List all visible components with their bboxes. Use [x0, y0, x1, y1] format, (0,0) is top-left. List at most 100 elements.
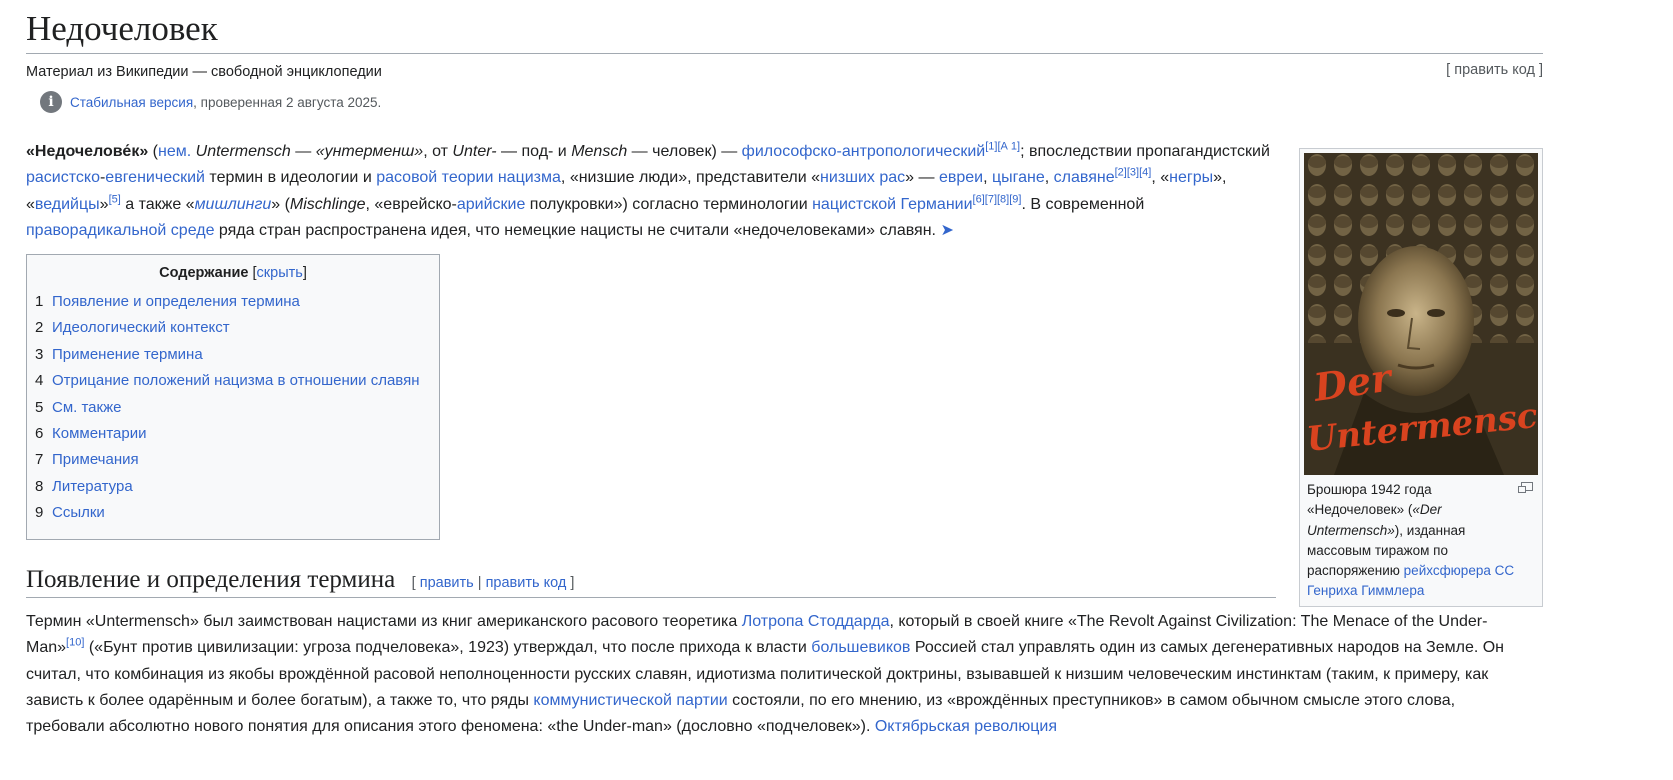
- toc-link[interactable]: Появление и определения термина: [52, 293, 300, 310]
- link-nazi-germany[interactable]: нацистской Германии: [812, 196, 972, 213]
- section-heading: Появление и определения термина [ правит…: [26, 566, 1276, 598]
- ref-7[interactable]: [7]: [985, 193, 997, 205]
- link-aryan[interactable]: арийские: [457, 196, 526, 213]
- toc-number: 9: [35, 504, 44, 522]
- text: ,: [1044, 169, 1054, 187]
- separator: |: [477, 575, 482, 591]
- link-german[interactable]: нем.: [158, 143, 191, 160]
- ref-5[interactable]: [5]: [109, 193, 121, 205]
- text: » (: [271, 195, 290, 213]
- ref-2[interactable]: [2]: [1115, 167, 1127, 179]
- link-bolsheviks[interactable]: большевиков: [811, 639, 910, 656]
- section-paragraph: Термин «Untermensch» был заимствован нац…: [26, 609, 1526, 740]
- section-title: Появление и определения термина: [26, 566, 396, 593]
- toc-item[interactable]: 9 Ссылки: [35, 500, 439, 526]
- link-racial-theory[interactable]: расовой теории нацизма: [376, 169, 561, 186]
- text: (: [148, 143, 159, 160]
- ref-1[interactable]: [1]: [985, 141, 997, 153]
- lead-term: «Недочелове́к»: [26, 143, 149, 160]
- ref-3[interactable]: [3]: [1127, 167, 1139, 179]
- toc-item[interactable]: 5 См. также: [35, 395, 439, 421]
- link-lower-races[interactable]: низших рас: [820, 169, 905, 186]
- toc-title: Содержание: [159, 265, 249, 281]
- link-eugenic[interactable]: евгенический: [105, 169, 205, 186]
- text: Термин «Untermensch» был заимствован нац…: [26, 613, 742, 630]
- link-october-revolution[interactable]: Октябрьская революция: [875, 718, 1057, 735]
- toc-link[interactable]: Отрицание положений нацизма в отношении …: [52, 372, 420, 389]
- text: — человек) —: [627, 143, 742, 160]
- arrow-icon[interactable]: ➤: [940, 222, 953, 239]
- text: , «: [1151, 169, 1170, 187]
- section-edit-code-link[interactable]: править код: [486, 575, 567, 591]
- figure-thumbnail: Der Untermensch Брошюра 1942 года «Недоч…: [1299, 148, 1543, 607]
- text: » —: [905, 169, 939, 187]
- text: ; впоследствии пропагандистский: [1020, 143, 1270, 160]
- toc-item[interactable]: 3 Применение термина: [35, 342, 439, 368]
- toc-number: 2: [35, 319, 44, 337]
- section-edit-link[interactable]: править: [420, 575, 474, 591]
- text: ряда стран распространена идея, что неме…: [214, 221, 941, 239]
- toc-item[interactable]: 1 Появление и определения термина: [35, 289, 439, 315]
- link-communist-party[interactable]: коммунистической партии: [533, 692, 727, 709]
- foreign-term: Untermensch: [195, 143, 291, 160]
- toc-link[interactable]: Ссылки: [52, 504, 105, 521]
- ref-4[interactable]: [4]: [1139, 167, 1151, 179]
- text: »: [99, 195, 109, 213]
- text: полукровки») согласно терминологии: [525, 195, 813, 213]
- toc-item[interactable]: 7 Примечания: [35, 447, 439, 473]
- link-far-right[interactable]: праворадикальной среде: [26, 222, 214, 239]
- ref-10[interactable]: [10]: [66, 637, 84, 649]
- link-mischlinge[interactable]: мишлинги: [195, 196, 272, 213]
- text: термин в идеологии и: [204, 169, 377, 187]
- info-icon: i: [40, 91, 62, 113]
- poster-image[interactable]: Der Untermensch: [1304, 153, 1538, 475]
- toc-item[interactable]: 6 Комментарии: [35, 421, 439, 447]
- toc-number: 1: [35, 293, 44, 310]
- section-edit-links: [ править | править код ]: [411, 575, 575, 591]
- edit-code-link[interactable]: [ править код ]: [1446, 62, 1543, 78]
- ref-8[interactable]: [8]: [997, 193, 1009, 205]
- page-title: Недочеловек: [26, 8, 1543, 54]
- link-stoddard[interactable]: Лотропа Стоддарда: [742, 613, 890, 630]
- toc-item[interactable]: 8 Литература: [35, 474, 439, 500]
- toc-list: 1 Появление и определения термина 2 Идеоло…: [35, 289, 439, 527]
- toc-link[interactable]: Идеологический контекст: [52, 319, 230, 336]
- toc-number: 6: [35, 425, 44, 443]
- toc-number: 3: [35, 345, 44, 363]
- link-philosophical[interactable]: философско-антропологический: [742, 143, 986, 160]
- lead-paragraph: «Недочелове́к» (нем. Untermensch — «унте…: [26, 139, 1276, 244]
- stable-version-notice: i Стабильная версия, проверенная 2 авгус…: [40, 91, 381, 113]
- toc-header: Содержание [скрыть]: [159, 265, 307, 281]
- figure-caption: Брошюра 1942 года «Недочеловек» («Der Un…: [1307, 480, 1532, 602]
- toc-link[interactable]: Применение термина: [52, 346, 203, 363]
- link-slavs[interactable]: славяне: [1054, 169, 1115, 186]
- stable-version-date: , проверенная 2 августа 2025.: [193, 94, 382, 110]
- toc-link[interactable]: Примечания: [52, 451, 139, 468]
- text: , от: [423, 143, 453, 160]
- foreign-term: Unter-: [452, 143, 497, 160]
- link-veddoids[interactable]: ведийцы: [35, 196, 100, 213]
- transliteration: «унтерменш»: [315, 143, 424, 160]
- text: . В современной: [1021, 195, 1145, 213]
- toc-link[interactable]: Комментарии: [52, 425, 146, 442]
- ref-9[interactable]: [9]: [1009, 193, 1021, 205]
- stable-version-link[interactable]: Стабильная версия: [70, 95, 193, 110]
- toc-hide-link[interactable]: скрыть: [257, 265, 303, 281]
- toc-link[interactable]: Литература: [52, 478, 133, 495]
- text: — под- и: [496, 143, 572, 160]
- toc-link[interactable]: См. также: [52, 399, 121, 416]
- link-racist[interactable]: расистско: [26, 169, 100, 186]
- link-gypsies[interactable]: цыгане: [992, 169, 1045, 186]
- ref-6[interactable]: [6]: [973, 193, 985, 205]
- text: —: [290, 143, 316, 160]
- toc-number: 7: [35, 451, 44, 469]
- ref-a1[interactable]: [А 1]: [997, 141, 1020, 153]
- text: ,: [983, 169, 992, 187]
- foreign-term: Mensch: [571, 143, 628, 160]
- link-negros[interactable]: негры: [1169, 169, 1213, 186]
- toc-item[interactable]: 4 Отрицание положений нацизма в отношении…: [35, 368, 439, 394]
- toc-number: 4: [35, 372, 44, 390]
- link-jews[interactable]: евреи: [939, 169, 983, 186]
- table-of-contents: Содержание [скрыть] 1 Появление и определ…: [26, 254, 440, 540]
- toc-item[interactable]: 2 Идеологический контекст: [35, 315, 439, 341]
